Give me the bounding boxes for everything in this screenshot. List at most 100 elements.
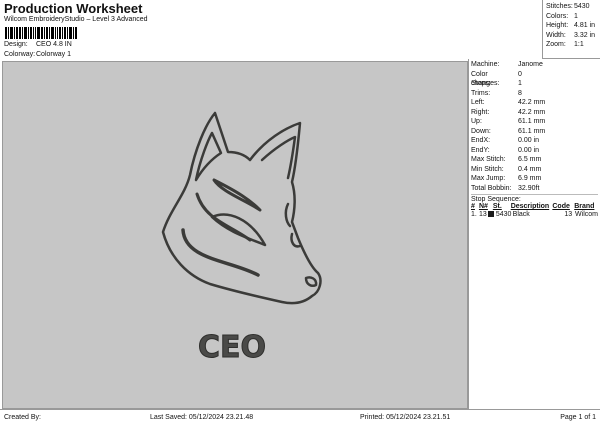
software-name: Wilcom EmbroideryStudio – Level 3 Advanc… bbox=[4, 16, 148, 23]
stat-value: 0 bbox=[518, 70, 522, 78]
fox-design: CEO bbox=[161, 111, 322, 366]
barcode-bar bbox=[22, 27, 23, 39]
column-header: # bbox=[471, 203, 475, 210]
footer: Created By: Last Saved: 05/12/2024 23.21… bbox=[0, 409, 600, 424]
column-header: N# bbox=[478, 203, 488, 210]
barcode-bar bbox=[64, 27, 66, 39]
stat-row: Trims: 8 bbox=[471, 89, 598, 99]
stat-value: 3.32 in bbox=[574, 31, 596, 39]
stop-num: 1. bbox=[471, 211, 477, 218]
stat-value: 8 bbox=[518, 89, 522, 97]
barcode-bar bbox=[16, 27, 18, 39]
stat-row: Total Bobbin: 32.90ft bbox=[471, 184, 598, 194]
worksheet-title: Production Worksheet bbox=[4, 1, 143, 16]
stat-row: Min Stitch: 0.4 mm bbox=[471, 165, 598, 175]
eye-mark-top bbox=[212, 178, 262, 212]
stop-sequence-title: Stop Sequence: bbox=[471, 194, 598, 203]
stat-row: Up: 61.1 mm bbox=[471, 117, 598, 127]
barcode-bar bbox=[44, 27, 45, 39]
code: 13 bbox=[564, 211, 573, 218]
stat-label: Stitches: bbox=[546, 3, 573, 10]
stat-label: Color changes: bbox=[471, 70, 500, 88]
summary-box: Stitches: 5430 Colors: 1 Height: 4.81 in Width… bbox=[542, 0, 600, 59]
stat-row: Stitches: 5430 bbox=[546, 2, 597, 12]
nose bbox=[304, 276, 318, 287]
stat-label: Machine: bbox=[471, 61, 500, 68]
barcode-bar bbox=[5, 27, 7, 39]
stat-label: Colors: bbox=[546, 12, 569, 20]
stitch-count: 5430 bbox=[495, 211, 512, 218]
barcode-bar bbox=[37, 27, 40, 39]
stat-value: 6.5 mm bbox=[518, 156, 542, 163]
column-header: Description bbox=[510, 203, 550, 210]
stat-label: Down: bbox=[471, 127, 491, 135]
barcode-bar bbox=[73, 27, 74, 39]
stat-row: Color changes: 0 bbox=[471, 70, 598, 88]
barcode-bar bbox=[69, 27, 72, 39]
stop-sequence-header: # N# St. Description Code Brand bbox=[471, 203, 598, 210]
stat-value: 61.1 mm bbox=[518, 127, 546, 135]
stat-value: 42.2 mm bbox=[518, 108, 546, 116]
barcode-bar bbox=[75, 27, 77, 39]
stop-row: 1. 13 5430 Black 13 Wilcom bbox=[471, 210, 598, 220]
design-value: CEO 4.8 IN bbox=[36, 41, 72, 48]
color-swatch bbox=[487, 211, 494, 217]
column-header: Brand bbox=[574, 203, 595, 210]
barcode-bar bbox=[62, 27, 63, 39]
stat-label: Right: bbox=[471, 108, 490, 116]
barcode-bar bbox=[24, 27, 27, 39]
stat-label: Width: bbox=[546, 31, 566, 39]
last-saved: Last Saved: 05/12/2024 23.21.48 bbox=[150, 413, 254, 421]
stat-row: Stops: 1 bbox=[471, 79, 598, 89]
stat-value: 4.81 in bbox=[574, 22, 596, 29]
stat-row: Colors: 1 bbox=[546, 12, 597, 22]
stat-row: EndX: 0.00 in bbox=[471, 136, 598, 146]
barcode-bar bbox=[67, 27, 68, 39]
stat-value: 42.2 mm bbox=[518, 99, 546, 106]
stat-value: 1 bbox=[574, 12, 578, 20]
barcode-bar bbox=[49, 27, 50, 39]
stat-row: Left: 42.2 mm bbox=[471, 98, 598, 108]
stat-row: Height: 4.81 in bbox=[546, 21, 597, 31]
stat-row: Zoom: 1:1 bbox=[546, 40, 597, 50]
needle: 13 bbox=[478, 211, 487, 218]
design-label: Design: bbox=[4, 41, 28, 48]
barcode-bar bbox=[35, 27, 36, 39]
stat-label: Max Jump: bbox=[471, 175, 506, 182]
stat-label: Trims: bbox=[471, 89, 491, 97]
stat-label: Stops: bbox=[471, 80, 491, 87]
barcode-bar bbox=[19, 27, 21, 39]
stat-label: Total Bobbin: bbox=[471, 184, 512, 192]
stat-label: Height: bbox=[546, 22, 569, 29]
stat-value: Janome bbox=[518, 61, 543, 68]
design-canvas: CEO bbox=[2, 61, 468, 409]
stat-row: Right: 42.2 mm bbox=[471, 108, 598, 118]
barcode-bar bbox=[10, 27, 13, 39]
created-by: Created By: bbox=[4, 413, 41, 421]
barcode-bar bbox=[30, 27, 32, 39]
stat-label: EndX: bbox=[471, 137, 491, 144]
barcode-bar bbox=[8, 27, 9, 39]
barcode-bar bbox=[14, 27, 15, 39]
stop-sequence-rows: 1. 13 5430 Black 13 Wilcom bbox=[471, 210, 598, 220]
barcode-bar bbox=[55, 27, 56, 39]
barcode-bar bbox=[59, 27, 61, 39]
description: Black bbox=[512, 211, 530, 218]
eye-mark bbox=[210, 213, 267, 247]
stat-value: 0.4 mm bbox=[518, 165, 542, 173]
column-header: Code bbox=[552, 203, 570, 210]
details-list: Machine: Janome Color changes: 0 Stops: 1 Trim… bbox=[471, 60, 598, 193]
stat-label: Up: bbox=[471, 118, 482, 125]
stat-value: 0.00 in bbox=[518, 146, 540, 154]
stat-row: Machine: Janome bbox=[471, 60, 598, 70]
printed: Printed: 05/12/2024 23.21.51 bbox=[360, 413, 451, 421]
stat-label: Min Stitch: bbox=[471, 165, 504, 173]
stat-value: 0.00 in bbox=[518, 137, 540, 144]
stat-label: Max Stitch: bbox=[471, 156, 506, 163]
brand: Wilcom bbox=[575, 211, 598, 218]
stat-row: EndY: 0.00 in bbox=[471, 146, 598, 156]
fox-outline bbox=[161, 111, 322, 305]
stats-panel: Machine: Janome Color changes: 0 Stops: 1 Trim… bbox=[468, 59, 600, 409]
barcode bbox=[5, 27, 87, 39]
stat-label: Zoom: bbox=[546, 41, 566, 48]
